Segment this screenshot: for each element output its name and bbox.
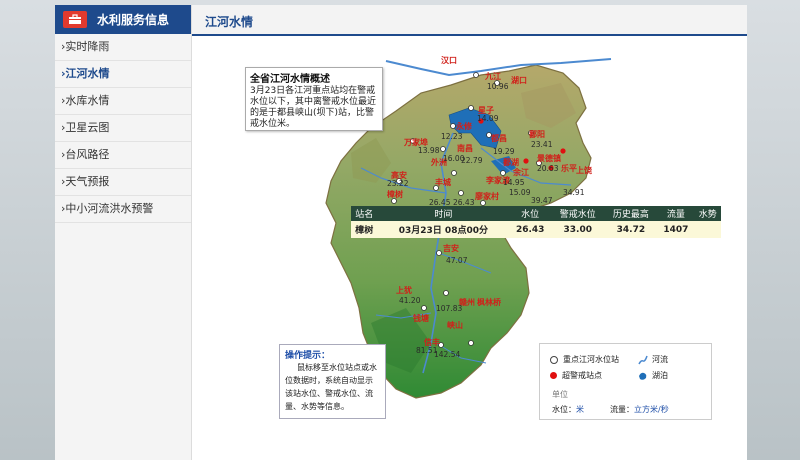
water-level-cell: 26.43: [509, 221, 552, 238]
legend-unit-title: 单位: [552, 390, 568, 399]
svg-text:永修: 永修: [455, 121, 473, 131]
svg-text:都昌: 都昌: [490, 133, 507, 143]
lake-icon: [639, 372, 647, 380]
red-dot-icon: [550, 372, 557, 379]
legend-lake-label: 湖泊: [652, 371, 668, 380]
column-header: 站名: [351, 206, 378, 221]
legend-flow-unit: 流量： 立方米/秒: [610, 404, 669, 415]
svg-text:鄱湖: 鄱湖: [502, 157, 519, 167]
svg-text:142.54: 142.54: [434, 350, 460, 359]
tip-title: 操作提示：: [285, 351, 331, 361]
svg-text:20.63: 20.63: [537, 164, 559, 173]
svg-text:10.96: 10.96: [487, 82, 509, 91]
sidebar: 水利服务信息 ›实时降雨 ›江河水情 ›水库水情 ›卫星云图 ›台风路径 ›天气…: [55, 5, 192, 460]
svg-text:南昌: 南昌: [457, 143, 473, 153]
svg-text:鄱阳: 鄱阳: [528, 129, 545, 139]
overview-box: 全省江河水情概述 3月23日各江河重点站均在警戒水位以下，其中离警戒水位最近的是…: [245, 67, 383, 131]
svg-text:景德镇: 景德镇: [537, 153, 561, 163]
column-header: 流量: [657, 206, 695, 221]
sidebar-item-rainfall[interactable]: ›实时降雨: [55, 34, 191, 61]
sidebar-title: 水利服务信息: [97, 13, 170, 27]
column-header: 警戒水位: [551, 206, 605, 221]
white-dot-icon: [550, 355, 558, 364]
historic-high-cell: 34.72: [604, 221, 658, 238]
page-title: 江河水情: [205, 15, 254, 29]
legend-lake: 湖泊: [638, 370, 668, 381]
page: 水利服务信息 ›实时降雨 ›江河水情 ›水库水情 ›卫星云图 ›台风路径 ›天气…: [55, 5, 747, 460]
table-header-row: 站名 时间 水位 警戒水位 历史最高 流量 水势: [351, 206, 721, 221]
sidebar-header: 水利服务信息: [55, 5, 191, 34]
svg-text:41.20: 41.20: [399, 296, 421, 305]
svg-text:14.95: 14.95: [503, 178, 525, 187]
flow-unit-label: 流量：: [610, 405, 634, 414]
time-cell: 03月23日 08点00分: [377, 221, 510, 238]
briefcase-icon: [63, 11, 87, 28]
svg-text:23.22: 23.22: [387, 179, 409, 188]
warning-level-cell: 33.00: [551, 221, 605, 238]
sidebar-item-satellite[interactable]: ›卫星云图: [55, 115, 191, 142]
water-level-unit-value: 米: [576, 405, 584, 414]
trend-cell: [694, 221, 721, 238]
svg-text:上饶: 上饶: [576, 165, 592, 175]
legend-warning-station-label: 超警戒站点: [562, 371, 602, 380]
svg-text:上犹: 上犹: [396, 285, 412, 295]
map-legend: 重点江河水位站 河流 超警戒站点 湖泊 单位 水位： 米 流量： 立方米/秒: [539, 343, 712, 420]
svg-text:乐平: 乐平: [561, 163, 577, 173]
column-header: 时间: [377, 206, 510, 221]
svg-text:107.83: 107.83: [436, 304, 462, 313]
legend-key-station: 重点江河水位站: [550, 354, 619, 365]
column-header: 历史最高: [604, 206, 658, 221]
svg-text:湖口: 湖口: [511, 75, 527, 85]
svg-text:汉口: 汉口: [441, 55, 457, 65]
svg-text:14.09: 14.09: [477, 114, 499, 123]
svg-text:廖家村: 廖家村: [475, 191, 499, 201]
column-header: 水位: [509, 206, 552, 221]
svg-text:34.91: 34.91: [563, 188, 585, 197]
svg-text:丰城: 丰城: [435, 177, 451, 187]
flow-unit-value: 立方米/秒: [634, 405, 669, 414]
legend-river-label: 河流: [652, 355, 668, 364]
flow-cell: 1407: [657, 221, 695, 238]
svg-text:12.23: 12.23: [441, 132, 463, 141]
river-icon: [638, 355, 648, 364]
svg-text:吉安: 吉安: [443, 243, 459, 253]
svg-text:13.98: 13.98: [418, 146, 440, 155]
sidebar-item-reservoir[interactable]: ›水库水情: [55, 88, 191, 115]
svg-text:枫林桥: 枫林桥: [477, 297, 502, 307]
svg-text:39.47: 39.47: [531, 196, 553, 205]
operation-tip-box: 操作提示： 鼠标移至水位站点或水位数据时，系统自动显示该站水位、警戒水位、流量、…: [279, 344, 386, 419]
svg-text:樟树: 樟树: [387, 189, 403, 199]
overview-text: 3月23日各江河重点站均在警戒水位以下，其中离警戒水位最近的是于都县峡山(坝下)…: [250, 86, 377, 129]
sidebar-item-typhoon[interactable]: ›台风路径: [55, 142, 191, 169]
svg-text:22.79: 22.79: [461, 156, 483, 165]
legend-key-station-label: 重点江河水位站: [563, 355, 619, 364]
svg-text:23.41: 23.41: [531, 140, 553, 149]
content-header: 江河水情: [192, 5, 747, 36]
sidebar-menu: ›实时降雨 ›江河水情 ›水库水情 ›卫星云图 ›台风路径 ›天气预报 ›中小河…: [55, 34, 191, 223]
svg-text:15.09: 15.09: [509, 188, 531, 197]
svg-text:九江: 九江: [484, 71, 501, 81]
table-row[interactable]: 樟树 03月23日 08点00分 26.43 33.00 34.72 1407: [351, 221, 721, 238]
svg-text:19.29: 19.29: [493, 147, 515, 156]
sidebar-item-river-regime[interactable]: ›江河水情: [55, 61, 191, 88]
tip-text: 鼠标移至水位站点或水位数据时，系统自动显示该站水位、警戒水位、流量、水势等信息。: [285, 363, 377, 411]
svg-text:钱塘: 钱塘: [413, 313, 429, 323]
legend-warning-station: 超警戒站点: [550, 370, 602, 381]
svg-text:余江: 余江: [512, 167, 529, 177]
overview-title: 全省江河水情概述: [250, 74, 330, 85]
station-data-table: 站名 时间 水位 警戒水位 历史最高 流量 水势 樟树 03月23日 08点00…: [351, 206, 721, 238]
sidebar-item-flood-warning[interactable]: ›中小河流洪水预警: [55, 196, 191, 223]
legend-river: 河流: [638, 354, 668, 365]
sidebar-item-weather[interactable]: ›天气预报: [55, 169, 191, 196]
svg-text:峡山: 峡山: [447, 320, 463, 330]
svg-text:47.07: 47.07: [446, 256, 468, 265]
column-header: 水势: [694, 206, 721, 221]
station-name-cell: 樟树: [351, 221, 378, 238]
water-level-unit-label: 水位：: [552, 405, 576, 414]
legend-water-level-unit: 水位： 米: [552, 404, 584, 415]
